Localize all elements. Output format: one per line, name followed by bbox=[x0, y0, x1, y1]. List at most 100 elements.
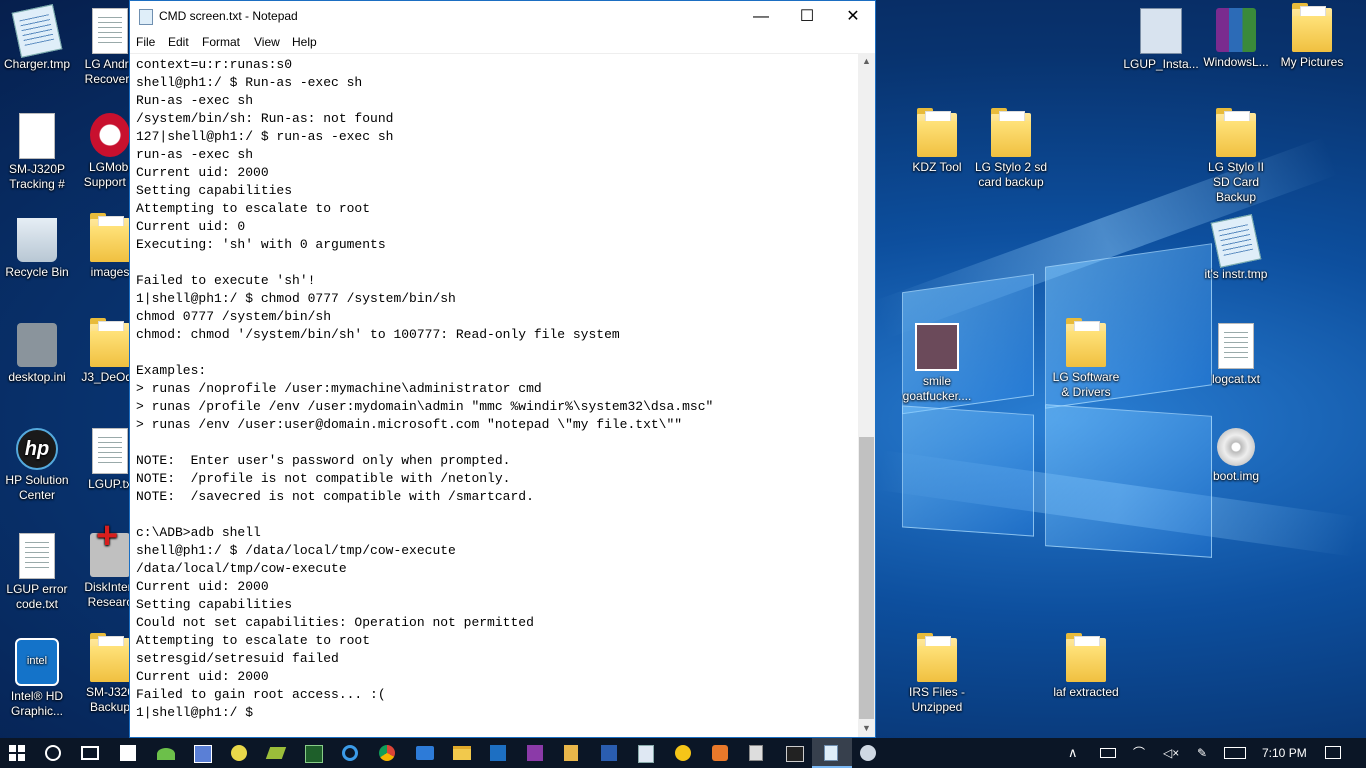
desktop-icon-recycle-bin[interactable]: Recycle Bin bbox=[0, 218, 75, 280]
menu-view[interactable]: View bbox=[254, 35, 280, 49]
desktop-icon-label: SM-J320P Tracking # bbox=[8, 162, 66, 191]
menu-bar: File Edit Format View Help bbox=[130, 32, 875, 52]
volume-icon[interactable]: ◁× bbox=[1163, 738, 1179, 768]
layers-icon[interactable] bbox=[265, 747, 287, 759]
calculator-icon[interactable] bbox=[749, 745, 763, 761]
desktop-icon-lgup-installer[interactable]: LGUP_Insta... bbox=[1123, 8, 1199, 72]
desktop-icon-label: LG Andro Recovery bbox=[84, 57, 136, 86]
desktop-icon-intel-graphics[interactable]: intel Intel® HD Graphic... bbox=[0, 638, 75, 719]
folder-icon bbox=[1292, 3, 1332, 52]
cortana-icon[interactable] bbox=[45, 745, 61, 761]
document-icon bbox=[92, 8, 128, 54]
chrome-icon[interactable] bbox=[379, 745, 395, 761]
desktop-icon-label: LGUP.tx bbox=[88, 477, 132, 491]
desktop-icon-label: desktop.ini bbox=[8, 370, 66, 384]
desktop-icon-label: KDZ Tool bbox=[912, 160, 962, 174]
pen-icon[interactable]: ✎ bbox=[1197, 738, 1207, 768]
desktop-icon-charger-tmp[interactable]: Charger.tmp bbox=[0, 4, 75, 72]
scroll-thumb[interactable] bbox=[859, 437, 874, 719]
desktop-icon-smile[interactable]: smile goatfucker.... bbox=[899, 323, 975, 404]
explorer-icon[interactable] bbox=[453, 746, 471, 760]
start-icon[interactable] bbox=[9, 745, 25, 761]
desktop-icon-desktop-ini[interactable]: desktop.ini bbox=[0, 323, 75, 385]
disc-image-icon bbox=[1217, 428, 1255, 466]
chevron-up-icon[interactable]: ∧ bbox=[1068, 738, 1078, 768]
menu-format[interactable]: Format bbox=[202, 35, 240, 49]
desktop-icon-label: LG Stylo 2 sd card backup bbox=[974, 160, 1048, 189]
hp-icon: hp bbox=[16, 428, 58, 470]
edge-icon[interactable] bbox=[342, 745, 358, 761]
norton-icon[interactable] bbox=[675, 745, 691, 761]
desktop-icon-label: My Pictures bbox=[1280, 55, 1344, 69]
maximize-button[interactable]: ☐ bbox=[784, 1, 830, 32]
paint-icon[interactable] bbox=[231, 745, 247, 761]
desktop-icon-hp-solution-center[interactable]: hp HP Solution Center bbox=[0, 428, 75, 503]
wifi-icon[interactable]: ⌒ bbox=[1133, 738, 1145, 768]
folder-icon bbox=[991, 108, 1031, 157]
text-editor[interactable]: context=u:r:runas:s0 shell@ph1:/ $ Run-a… bbox=[130, 53, 858, 738]
desktop-icon-sm-j320p-tracking[interactable]: SM-J320P Tracking # bbox=[0, 113, 75, 192]
folder-icon bbox=[1066, 633, 1106, 682]
menu-file[interactable]: File bbox=[136, 35, 155, 49]
document-icon bbox=[1218, 323, 1254, 369]
outlook-icon[interactable] bbox=[490, 745, 506, 761]
remote-icon[interactable] bbox=[416, 746, 434, 760]
desktop-icon-lgup-error-code[interactable]: LGUP error code.txt bbox=[0, 533, 75, 612]
onenote-icon[interactable] bbox=[527, 745, 543, 761]
word-icon[interactable] bbox=[601, 745, 617, 761]
scroll-up-icon[interactable]: ▲ bbox=[858, 53, 875, 70]
store-icon[interactable] bbox=[120, 745, 136, 761]
notepad-window[interactable]: CMD screen.txt - Notepad — ☐ ✕ File Edit… bbox=[129, 0, 876, 738]
notepad-taskbar-button[interactable] bbox=[812, 738, 852, 768]
taskbar: ∧ ⌒ ◁× ✎ 7:10 PM bbox=[0, 738, 1366, 768]
minimize-button[interactable]: — bbox=[738, 1, 784, 32]
desktop-icon-its-instr-tmp[interactable]: it's instr.tmp bbox=[1198, 214, 1274, 282]
desktop-icon-lg-software-drivers[interactable]: LG Software & Drivers bbox=[1048, 318, 1124, 400]
desktop-icon-lg-stylo-ii-sd[interactable]: LG Stylo II SD Card Backup bbox=[1198, 108, 1274, 205]
menu-help[interactable]: Help bbox=[292, 35, 317, 49]
desktop-icon-label: SM-J320 Backup bbox=[85, 685, 135, 714]
keyboard-icon[interactable] bbox=[1224, 747, 1246, 759]
folder-icon bbox=[90, 318, 130, 367]
vertical-scrollbar[interactable]: ▲ ▼ bbox=[858, 53, 875, 737]
scroll-down-icon[interactable]: ▼ bbox=[858, 720, 875, 737]
battery-icon[interactable] bbox=[1100, 748, 1116, 758]
notepad-icon bbox=[824, 745, 838, 761]
desktop-icon-lg-stylo-2-sd[interactable]: LG Stylo 2 sd card backup bbox=[973, 108, 1049, 190]
desktop-icon-label: WindowsL... bbox=[1203, 55, 1269, 69]
puzzle-icon[interactable] bbox=[712, 745, 728, 761]
desktop-icon-label: LGUP_Insta... bbox=[1123, 57, 1199, 71]
wordpad-icon[interactable] bbox=[638, 745, 654, 763]
desktop-icon-kdz-tool[interactable]: KDZ Tool bbox=[899, 108, 975, 175]
desktop-icon-logcat-txt[interactable]: logcat.txt bbox=[1198, 323, 1274, 387]
desktop-icon-laf-extracted[interactable]: laf extracted bbox=[1048, 633, 1124, 700]
action-center-icon[interactable] bbox=[1325, 746, 1341, 759]
recycle-bin-icon bbox=[17, 218, 57, 262]
settings-icon[interactable] bbox=[860, 745, 876, 761]
terminal-icon[interactable] bbox=[305, 745, 323, 763]
files-icon[interactable] bbox=[564, 745, 578, 761]
installer-icon bbox=[1140, 8, 1182, 54]
document-icon bbox=[19, 533, 55, 579]
clock[interactable]: 7:10 PM bbox=[1262, 738, 1307, 768]
document-icon bbox=[92, 428, 128, 474]
folder-icon bbox=[1216, 108, 1256, 157]
photo-icon bbox=[915, 323, 959, 371]
desktop-icon-my-pictures[interactable]: My Pictures bbox=[1274, 3, 1350, 70]
task-view-icon[interactable] bbox=[81, 746, 99, 760]
desktop-icon-label: HP Solution Center bbox=[5, 473, 69, 502]
desktop-icon-boot-img[interactable]: boot.img bbox=[1198, 428, 1274, 484]
menu-edit[interactable]: Edit bbox=[168, 35, 189, 49]
desktop-icon-label: it's instr.tmp bbox=[1204, 267, 1268, 281]
editor-content[interactable]: context=u:r:runas:s0 shell@ph1:/ $ Run-a… bbox=[130, 54, 858, 722]
android-icon[interactable] bbox=[157, 748, 175, 760]
desktop-icon-windowsl[interactable]: WindowsL... bbox=[1198, 8, 1274, 70]
folder-icon bbox=[1066, 318, 1106, 367]
desktop-icon-irs-files[interactable]: IRS Files - Unzipped bbox=[899, 633, 975, 715]
folder-icon bbox=[90, 213, 130, 262]
save-icon[interactable] bbox=[194, 745, 212, 763]
title-bar[interactable]: CMD screen.txt - Notepad — ☐ ✕ bbox=[130, 1, 875, 32]
cmd-icon[interactable] bbox=[786, 746, 804, 762]
desktop-icon-label: logcat.txt bbox=[1211, 372, 1261, 386]
close-button[interactable]: ✕ bbox=[830, 1, 876, 32]
